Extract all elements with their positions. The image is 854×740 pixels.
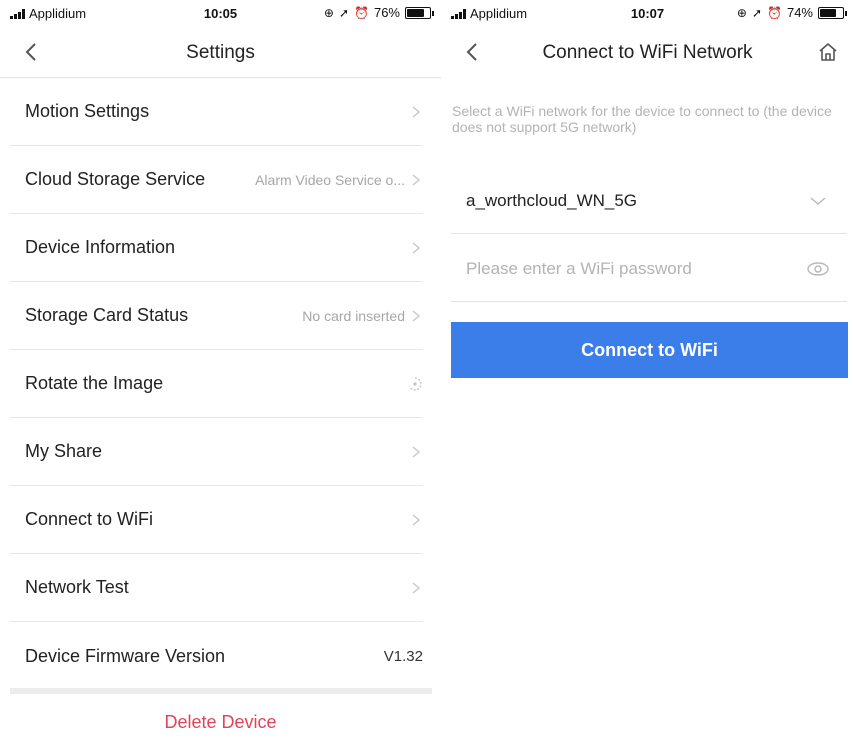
row-label: Connect to WiFi [25,509,154,529]
eye-icon[interactable] [805,258,831,280]
chevron-right-icon [412,242,421,253]
delete-device-button[interactable]: Delete Device [0,712,441,733]
rotate-icon[interactable] [407,376,423,392]
chevron-down-icon [810,197,826,205]
settings-row-device-info[interactable]: Device Information [10,214,423,282]
settings-row-firmware-version: Device Firmware Version V1.32 [10,622,423,690]
battery-icon [818,6,847,19]
row-label: Network Test [25,577,129,597]
settings-list: Motion Settings Cloud Storage Service Al… [0,78,441,690]
settings-row-cloud-storage[interactable]: Cloud Storage Service Alarm Video Servic… [10,146,423,214]
nav-bar: Settings [0,28,441,78]
firmware-version-value: V1.32 [383,647,423,665]
row-label: Rotate the Image [25,373,164,393]
row-label: Motion Settings [25,101,150,121]
chevron-right-icon [412,514,421,525]
row-label: Cloud Storage Service [25,169,206,189]
settings-row-motion[interactable]: Motion Settings [10,78,423,146]
location-icon: ⊕ [323,5,334,20]
location-arrow-icon: ➚ [338,5,350,20]
settings-row-storage-card[interactable]: Storage Card Status No card inserted [10,282,423,350]
alarm-icon: ⏰ [767,5,782,20]
alarm-icon: ⏰ [354,5,369,20]
wifi-hint-text: Select a WiFi network for the device to … [452,103,832,135]
chevron-right-icon [412,106,421,117]
wifi-network-select[interactable]: a_worthcloud_WN_5G [451,168,847,234]
row-label: Device Firmware Version [25,645,226,666]
nav-bar: Connect to WiFi Network [441,28,854,78]
battery-percent: 74% [786,5,813,20]
connect-wifi-button[interactable]: Connect to WiFi [451,322,848,378]
section-divider [10,688,432,694]
row-value: No card inserted [302,307,405,324]
row-label: Storage Card Status [25,305,189,325]
status-bar: Applidium 10:07 ⊕ ➚ ⏰ 74% [441,0,854,28]
location-icon: ⊕ [736,5,747,20]
wifi-password-field [451,236,847,302]
row-value: Alarm Video Service o... [255,171,405,188]
row-label: My Share [25,441,103,461]
page-title: Settings [186,42,255,63]
settings-row-rotate-image[interactable]: Rotate the Image [10,350,423,418]
wifi-password-input[interactable] [451,258,771,279]
page-title: Connect to WiFi Network [542,42,753,63]
settings-screen: Applidium 10:05 ⊕ ➚ ⏰ 76% Settings Motio… [0,0,441,740]
settings-row-network-test[interactable]: Network Test [10,554,423,622]
location-arrow-icon: ➚ [751,5,763,20]
row-label: Device Information [25,237,176,257]
chevron-right-icon [412,582,421,593]
battery-percent: 76% [373,5,400,20]
settings-row-connect-wifi[interactable]: Connect to WiFi [10,486,423,554]
home-icon[interactable] [816,40,840,64]
chevron-right-icon [412,174,421,185]
settings-row-my-share[interactable]: My Share [10,418,423,486]
selected-network: a_worthcloud_WN_5G [466,190,638,210]
connect-wifi-screen: Applidium 10:07 ⊕ ➚ ⏰ 74% Connect to WiF… [441,0,854,740]
status-bar: Applidium 10:05 ⊕ ➚ ⏰ 76% [0,0,441,28]
chevron-right-icon [412,446,421,457]
chevron-right-icon [412,310,421,321]
battery-icon [405,6,434,19]
